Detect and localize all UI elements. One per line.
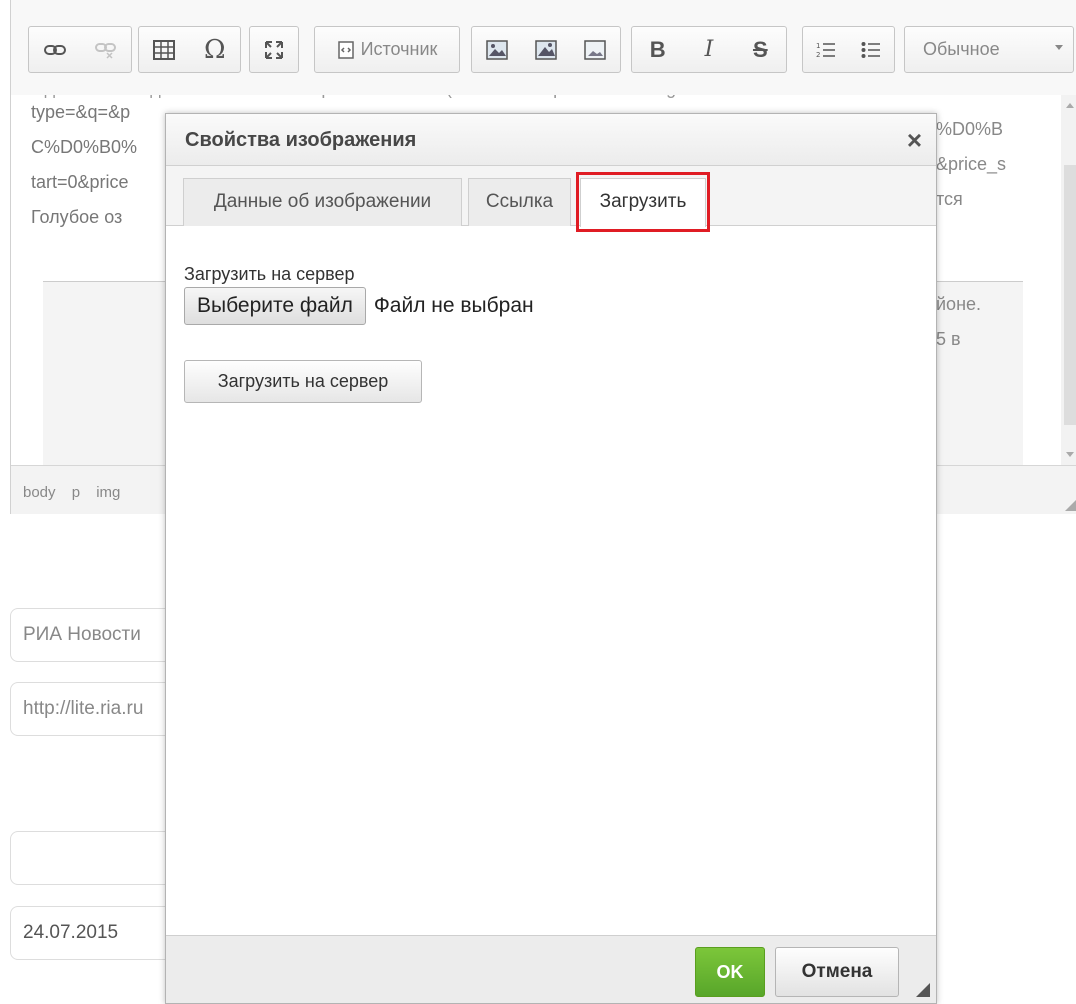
format-select[interactable]: Обычное	[904, 26, 1074, 73]
source-label: Источник	[360, 39, 438, 59]
tab-link[interactable]: Ссылка	[468, 178, 571, 226]
dialog-resize-icon[interactable]	[916, 983, 930, 997]
text-style-group: B I S	[631, 26, 787, 73]
path-item-body[interactable]: body	[23, 484, 56, 501]
content-text: Голубое оз	[31, 207, 123, 227]
numbered-list-icon[interactable]: 12	[813, 35, 839, 65]
content-text: йоне.	[936, 294, 982, 314]
choose-file-button[interactable]: Выберите файл	[184, 287, 366, 325]
format-select-value: Обычное	[923, 39, 1000, 59]
bold-icon[interactable]: B	[645, 35, 671, 65]
file-input: Выберите файл Файл не выбран	[184, 287, 534, 325]
scroll-down-icon[interactable]	[1066, 452, 1074, 457]
italic-icon[interactable]: I	[696, 35, 722, 65]
content-text: 5 в	[936, 329, 961, 349]
omega-icon[interactable]: Ω	[202, 35, 228, 65]
image-align-center-icon[interactable]	[533, 35, 559, 65]
link-group	[28, 26, 132, 73]
file-status: Файл не выбран	[373, 294, 534, 317]
path-item-img[interactable]: img	[96, 484, 120, 501]
list-group: 12	[802, 26, 895, 73]
view-group	[249, 26, 299, 73]
link-icon[interactable]	[42, 35, 68, 65]
dialog-title: Свойства изображения	[166, 114, 936, 166]
cancel-button[interactable]: Отмена	[775, 947, 899, 997]
svg-text:2: 2	[816, 51, 820, 59]
scroll-thumb[interactable]	[1064, 165, 1076, 425]
content-line: Одним из загадочных мест в Самарской обл…	[31, 95, 766, 106]
tab-upload[interactable]: Загрузить	[580, 178, 706, 227]
ok-button[interactable]: OK	[695, 947, 765, 997]
content-text: тся	[936, 189, 963, 209]
path-item-p[interactable]: p	[72, 484, 80, 501]
upload-to-server-button[interactable]: Загрузить на сервер	[184, 360, 422, 403]
bulleted-list-icon[interactable]	[858, 35, 884, 65]
maximize-icon[interactable]	[261, 35, 287, 65]
content-text: &price_s	[936, 154, 1007, 174]
unlink-icon[interactable]	[93, 35, 119, 65]
tab-image-info[interactable]: Данные об изображении	[183, 178, 462, 226]
content-text: C%D0%B0%	[31, 137, 138, 157]
image-align-left-icon[interactable]	[484, 35, 510, 65]
table-icon[interactable]	[151, 35, 177, 65]
dialog-tabs: Данные об изображении Ссылка Загрузить	[166, 166, 936, 227]
editor-scrollbar[interactable]	[1061, 95, 1076, 465]
scroll-up-icon[interactable]	[1066, 103, 1074, 108]
content-text: %D0%B	[936, 119, 1004, 139]
image-properties-dialog: Свойства изображения × Данные об изображ…	[165, 113, 937, 1004]
dialog-footer: OK Отмена	[166, 935, 936, 1003]
chevron-down-icon	[1055, 45, 1063, 50]
strikethrough-icon[interactable]: S	[747, 35, 773, 65]
editor-toolbar: Ω Источник B I S 1 2 Обычное	[11, 0, 1076, 95]
insert-group: Ω	[138, 26, 241, 73]
upload-label: Загрузить на сервер	[184, 264, 355, 284]
source-icon	[337, 35, 355, 65]
source-button[interactable]: Источник	[314, 26, 460, 73]
close-icon[interactable]: ×	[907, 127, 922, 153]
resize-handle-icon[interactable]	[1065, 499, 1076, 511]
svg-text:1: 1	[816, 42, 820, 50]
upload-panel: Загрузить на сервер Выберите файл Файл н…	[184, 264, 534, 403]
image-icon[interactable]	[582, 35, 608, 65]
content-text: tart=0&price	[31, 172, 129, 192]
image-group	[471, 26, 621, 73]
